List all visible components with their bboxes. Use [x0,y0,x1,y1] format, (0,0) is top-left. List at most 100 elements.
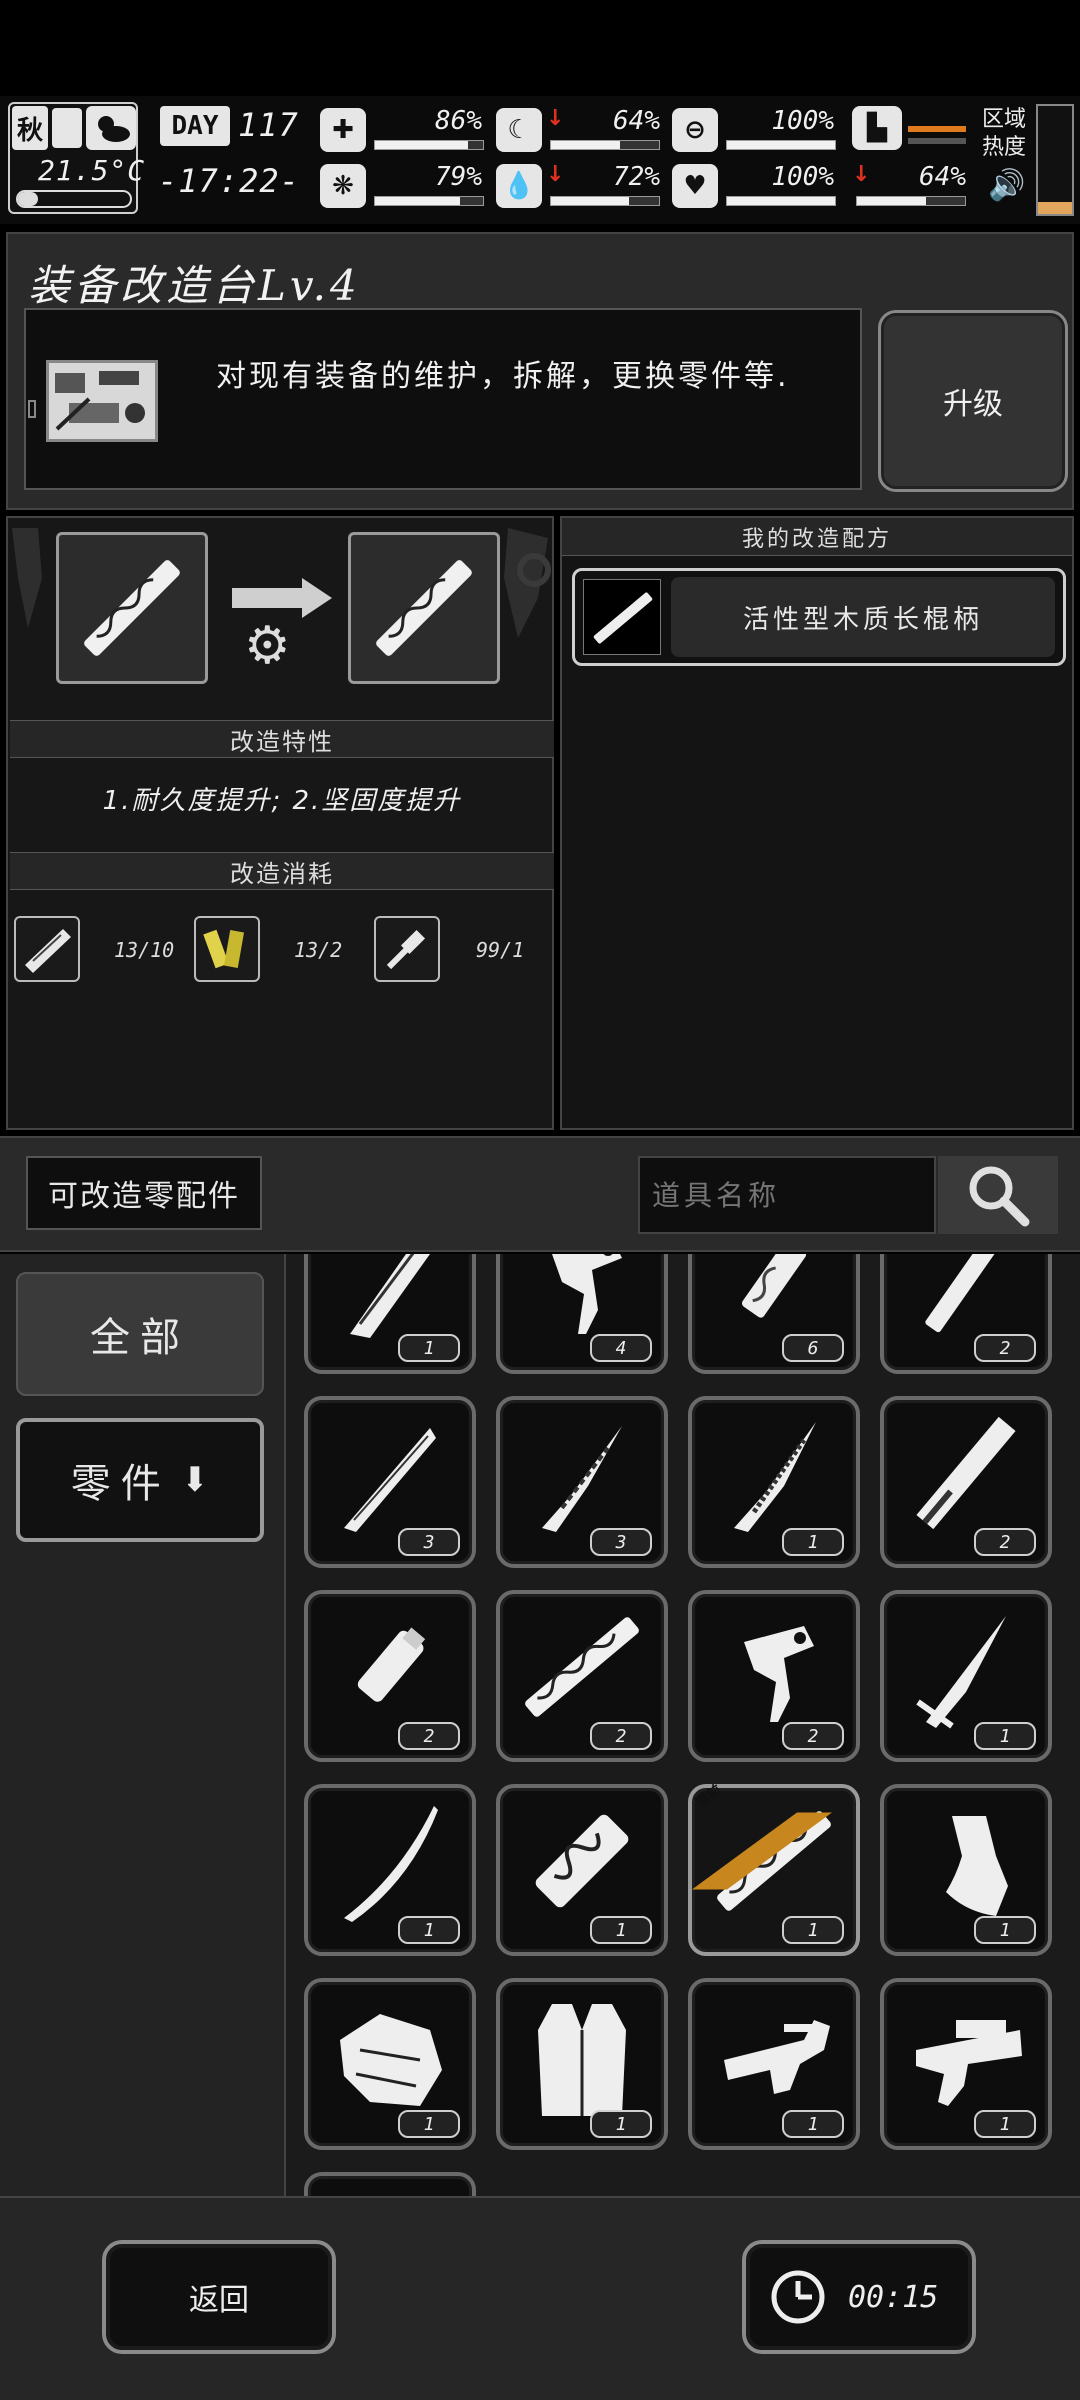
inventory-item[interactable]: 2 [688,1590,860,1762]
long-handle-icon [84,560,180,656]
brain-icon: ❋ [320,164,366,208]
back-button[interactable]: 返回 [102,2240,336,2354]
day-label: DAY [160,106,230,146]
wood-plank-icon [14,916,80,982]
inventory-item-partial [304,2172,476,2196]
bladder-icon: ⊖ [672,108,718,152]
zone-heat-label: 区域 热度 [982,106,1032,162]
mood-value: 100% [771,162,834,192]
clock-text: -17:22- [158,162,300,200]
item-count: 1 [974,1722,1036,1750]
zone-heat-label-line2: 热度 [982,135,1027,160]
stamina-value: 64% [919,162,966,192]
inventory-item[interactable]: 2 [880,1254,1052,1374]
inventory-item[interactable]: 1 当前 [688,1782,860,1956]
vest-icon [538,2004,626,2116]
inventory-item[interactable]: 1 [304,1254,476,1374]
gear-icon: ⚙ [244,616,291,676]
item-count: 6 [782,1334,844,1362]
source-item-slot[interactable] [56,532,208,684]
armor-plate-icon [340,2014,442,2106]
boot-icon: ▙ [852,106,902,150]
modify-panel: ⚙ 改造特性 1.耐久度提升; 2.坚固度提升 改造消耗 13/10 13/2 … [6,516,554,1130]
item-count: 1 [590,2110,652,2138]
category-parts-button[interactable]: 零件 ⬇ [16,1418,264,1542]
inventory-item[interactable]: 3 [496,1396,668,1568]
sound-icon[interactable]: 🔊 [988,168,1025,203]
current-tag: 当前 [680,1778,832,1890]
inventory-item[interactable]: 2 [496,1590,668,1762]
curved-blade-icon [350,1254,430,1338]
thermometer-icon [16,190,132,208]
maple-leaf-icon [52,108,82,148]
category-sidebar: 全部 零件 ⬇ [0,1254,284,2196]
inventory-item[interactable]: 1 [688,1396,860,1568]
season-text: 秋 [16,115,43,146]
category-parts-label: 零件 [70,1461,171,1507]
inventory-item[interactable]: 1 [688,1978,860,2150]
mind-bar [374,196,484,206]
inventory-item[interactable]: 2 [304,1590,476,1762]
category-all-button[interactable]: 全部 [16,1272,264,1396]
zone-heat-meter [1036,104,1074,216]
arrow-down-icon: ⬇ [180,1460,210,1500]
side-marker [28,400,36,418]
recipe-label: 活性型木质长棍柄 [671,577,1055,657]
dagger-blade-icon [916,1616,1006,1729]
short-handle-icon [357,1627,426,1702]
inventory-item[interactable]: 1 [304,1784,476,1956]
inventory-item[interactable]: 1 [880,1978,1052,2150]
thirst-value: 72% [613,162,660,192]
item-count: 2 [782,1722,844,1750]
pistol-frame-icon [916,2020,1022,2106]
trigger-icon [744,1626,814,1722]
item-count: 2 [398,1722,460,1750]
upgrade-button[interactable]: 升级 [878,310,1068,492]
item-count: 1 [398,1334,460,1362]
inventory-grid: 1 4 6 2 3 3 1 2 2 2 2 1 1 1 1 当前 1 1 1 1 1 [284,1254,1080,2196]
item-count: 1 [782,1528,844,1556]
stamina-indicator [908,126,966,132]
spear-head-icon [542,1426,622,1532]
item-count: 2 [974,1528,1036,1556]
season-badge: 秋 [12,106,48,150]
timer-button[interactable]: 00:15 [742,2240,976,2354]
bladder-bar [726,140,836,150]
temperature-text: 21.5°C [38,154,146,187]
inventory-item[interactable]: 1 [880,1784,1052,1956]
inventory-item[interactable]: 6 [688,1254,860,1374]
search-input[interactable] [638,1156,936,1234]
item-count: 2 [974,1334,1036,1362]
recipe-item[interactable]: 活性型木质长棍柄 [572,568,1066,666]
traits-title: 改造特性 [10,720,554,758]
day-panel: DAY 117 -17:22- [156,102,306,214]
inventory-item[interactable]: 1 [304,1978,476,2150]
bladder-value: 100% [771,106,834,136]
inventory-item[interactable]: 3 [304,1396,476,1568]
back-label: 返回 [189,2283,249,2318]
footer: 返回 00:15 [0,2196,1080,2400]
clock-icon [771,2270,825,2324]
axe-head-icon [946,1816,1008,1916]
recipe-label-text: 活性型木质长棍柄 [742,604,983,635]
day-number: 117 [238,106,299,144]
inventory-item[interactable]: 1 [496,1978,668,2150]
screwdriver-icon [374,916,440,982]
recipes-title: 我的改造配方 [562,518,1072,556]
timer-text: 00:15 [848,2279,939,2315]
item-count: 3 [398,1528,460,1556]
inventory-item[interactable]: 1 [880,1590,1052,1762]
mood-bar [726,196,836,206]
modifiable-parts-label: 可改造零配件 [26,1156,262,1230]
inventory-item[interactable]: 4 [496,1254,668,1374]
search-button[interactable] [938,1156,1058,1234]
cost-wood-text: 13/10 [114,938,175,962]
workbench-header: 装备改造台Lv.4 对现有装备的维护，拆解，更换零件等. 升级 [6,232,1074,510]
result-item-slot[interactable] [348,532,500,684]
filter-bar: 可改造零配件 [0,1136,1080,1252]
item-count: 1 [398,2110,460,2138]
item-count: 1 [974,1916,1036,1944]
inventory-item[interactable]: 2 [880,1396,1052,1568]
item-count: 1 [782,2110,844,2138]
inventory-item[interactable]: 1 [496,1784,668,1956]
